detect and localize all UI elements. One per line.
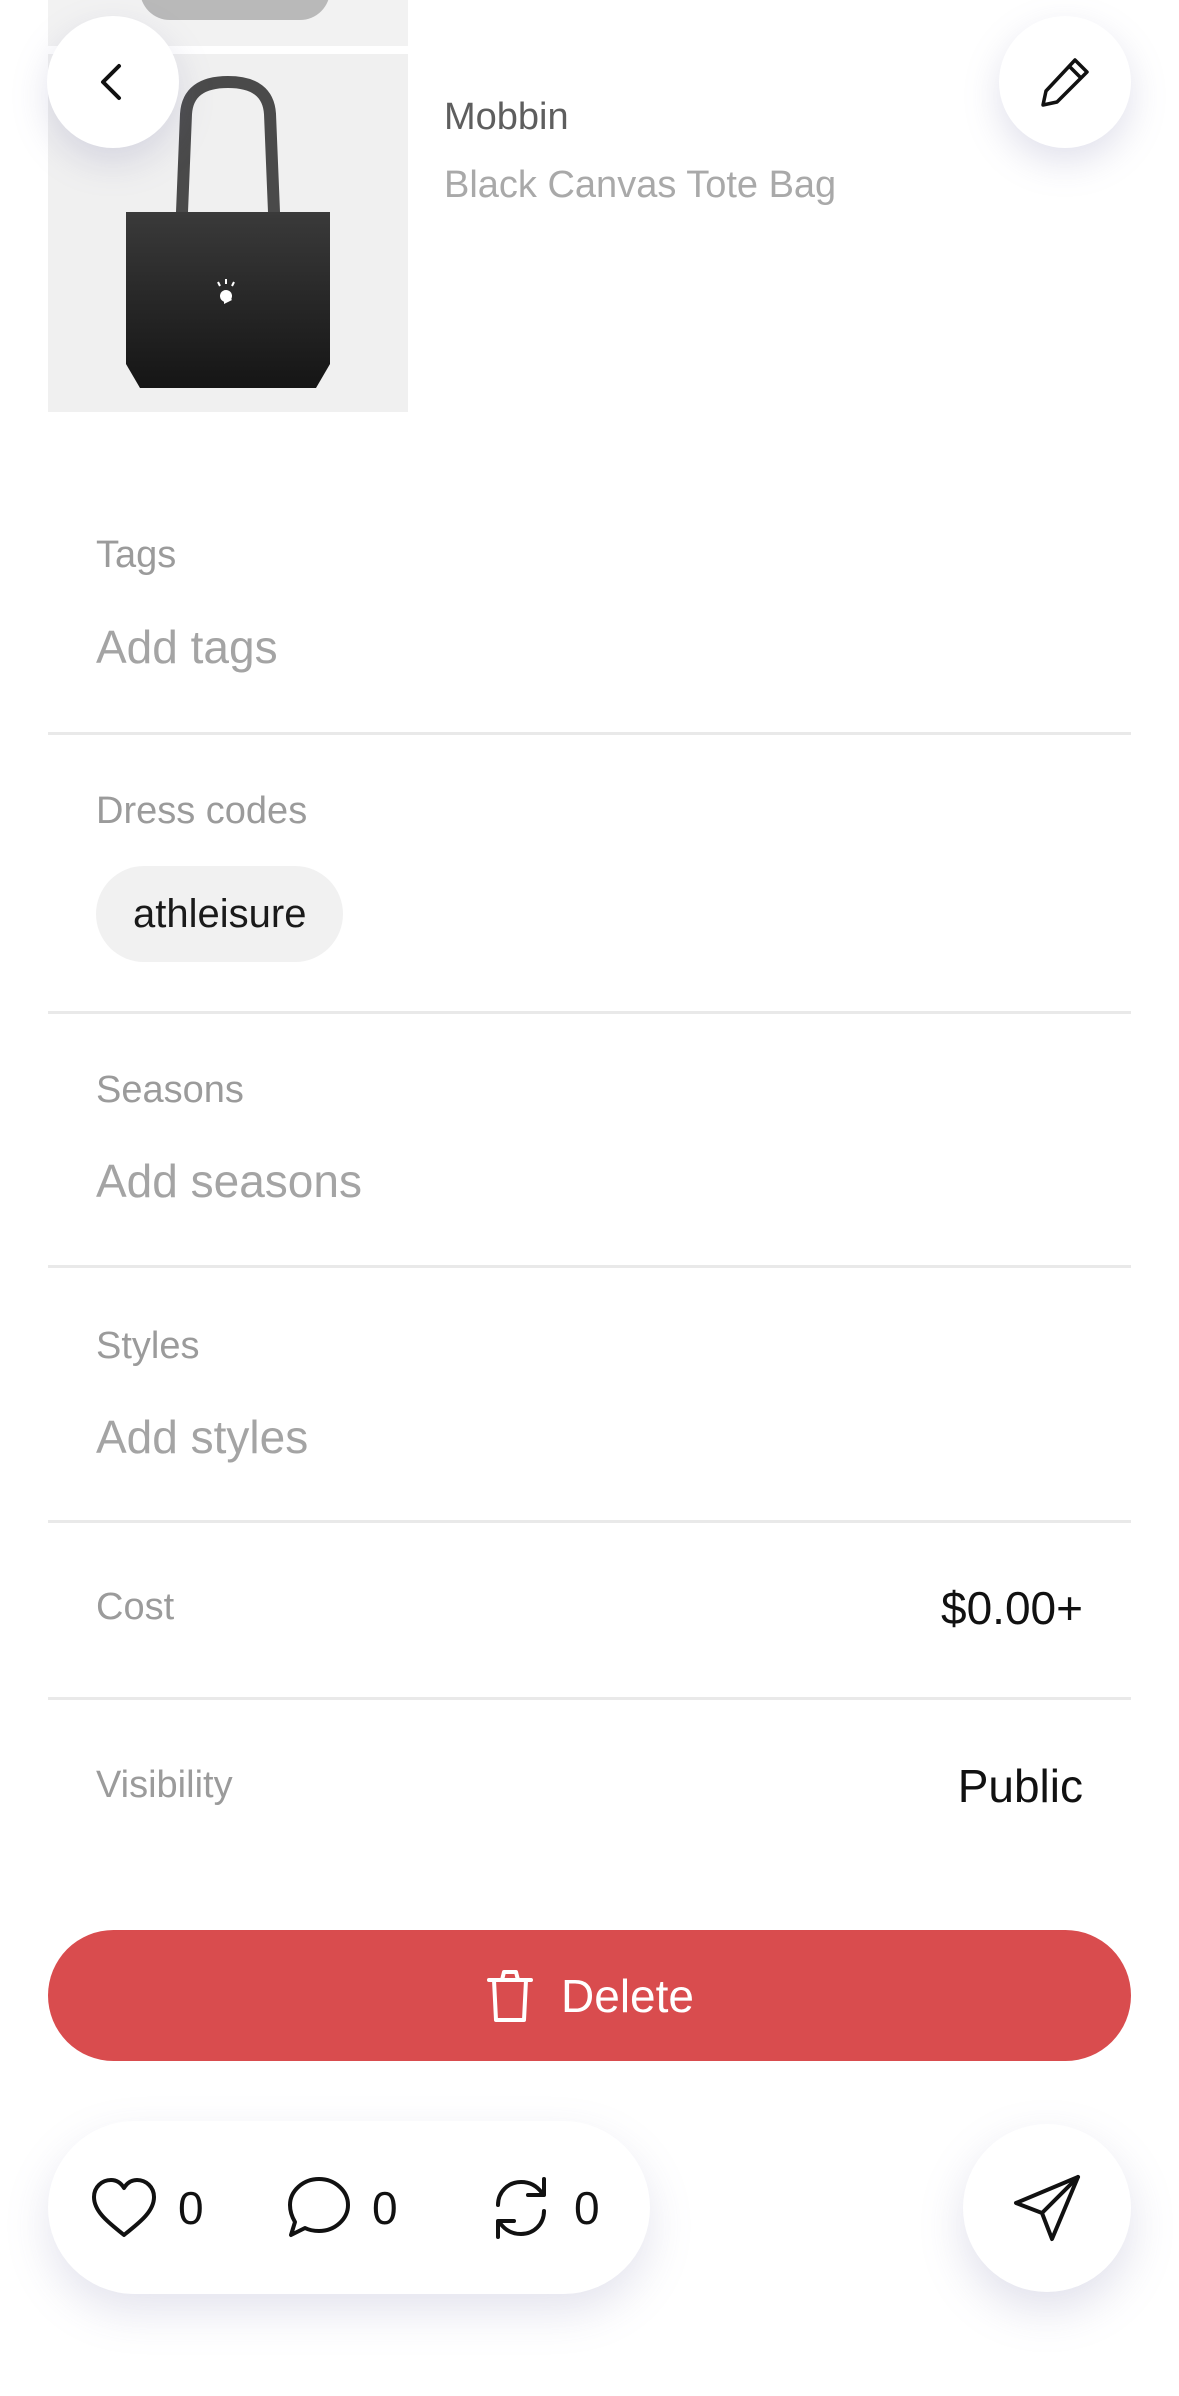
seasons-label: Seasons	[96, 1069, 244, 1111]
visibility-label: Visibility	[96, 1764, 233, 1806]
cost-label: Cost	[96, 1586, 175, 1628]
product-name: Black Canvas Tote Bag	[444, 164, 837, 206]
heart-icon	[92, 2177, 156, 2237]
item-detail-screen: Mobbin Black Canvas Tote Bag Tags Add ta…	[0, 0, 1179, 2396]
send-icon	[1014, 2175, 1080, 2241]
tags-section[interactable]	[48, 500, 1131, 730]
styles-input[interactable]: Add styles	[96, 1410, 308, 1464]
like-count: 0	[178, 2181, 204, 2234]
divider	[48, 732, 1131, 735]
trash-icon	[487, 1969, 534, 2022]
tags-label: Tags	[96, 534, 177, 576]
cost-value: $0.00+	[941, 1582, 1083, 1634]
divider	[48, 1265, 1131, 1268]
comment-count: 0	[372, 2181, 398, 2234]
comment-icon	[288, 2176, 350, 2237]
back-button[interactable]	[47, 16, 179, 148]
product-image-fragment	[140, 0, 330, 20]
delete-button[interactable]: Delete	[48, 1930, 1131, 2061]
share-button[interactable]	[963, 2124, 1131, 2292]
chevron-left-icon	[101, 64, 121, 100]
dress-code-chip[interactable]: athleisure	[96, 866, 344, 962]
divider	[48, 1011, 1131, 1014]
visibility-value: Public	[957, 1760, 1083, 1812]
styles-label: Styles	[96, 1325, 200, 1367]
repost-icon	[496, 2176, 546, 2239]
repost-button[interactable]: 0	[488, 2121, 600, 2294]
comment-button[interactable]: 0	[286, 2121, 398, 2294]
tags-input[interactable]: Add tags	[96, 620, 278, 674]
engagement-bar: 0 0 0	[48, 2121, 650, 2294]
edit-button[interactable]	[999, 16, 1131, 148]
dress-codes-label: Dress codes	[96, 790, 308, 832]
like-button[interactable]: 0	[90, 2121, 204, 2294]
brand-name: Mobbin	[444, 96, 569, 138]
delete-label: Delete	[561, 1969, 694, 2022]
repost-count: 0	[574, 2181, 600, 2234]
seasons-input[interactable]: Add seasons	[96, 1154, 362, 1208]
pencil-icon	[1041, 58, 1089, 107]
